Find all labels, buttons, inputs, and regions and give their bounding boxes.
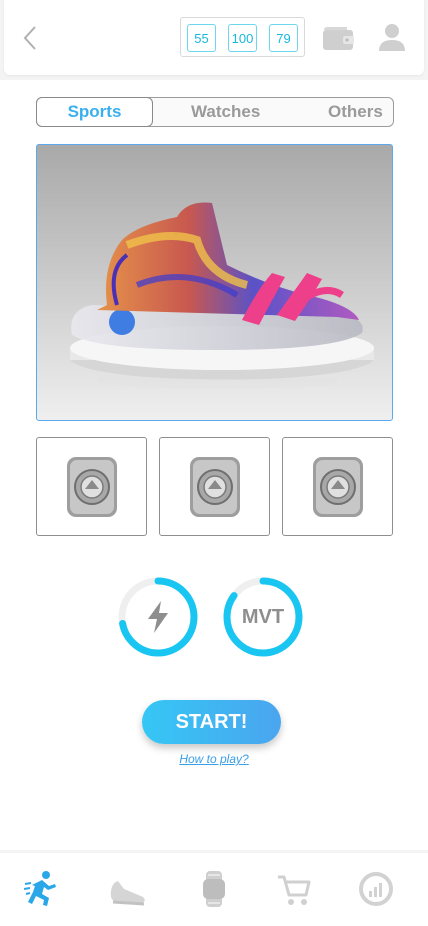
cart-icon[interactable] xyxy=(274,869,314,909)
top-bar: 55 100 79 xyxy=(4,0,424,75)
tab-watches[interactable]: Watches xyxy=(191,98,260,126)
gem-slot[interactable] xyxy=(282,437,393,536)
category-tabs: Sports Watches Others xyxy=(36,97,394,127)
bottom-nav xyxy=(0,853,428,926)
gem-badge-icon xyxy=(190,457,240,517)
sneaker-icon[interactable] xyxy=(108,869,148,909)
chevron-left-icon[interactable] xyxy=(18,22,42,54)
lightning-icon xyxy=(148,601,168,633)
gauge-label: MVT xyxy=(241,605,285,628)
gem-badge-icon xyxy=(313,457,363,517)
gem-slot[interactable] xyxy=(36,437,147,536)
wallet-icon[interactable] xyxy=(321,24,355,52)
gem-slot[interactable] xyxy=(159,437,270,536)
watch-icon[interactable] xyxy=(194,869,234,909)
main-panel: Sports Watches Others MVT START! How to … xyxy=(0,80,428,850)
stats-icon[interactable] xyxy=(356,869,396,909)
counter-value: 100 xyxy=(228,24,257,52)
resource-counters: 55 100 79 xyxy=(180,17,305,57)
tab-others[interactable]: Others xyxy=(328,98,383,126)
counter-value: 55 xyxy=(187,24,216,52)
counter-value: 79 xyxy=(269,24,298,52)
tab-sports[interactable]: Sports xyxy=(36,97,153,127)
sneaker-image[interactable] xyxy=(36,144,393,421)
energy-gauge xyxy=(117,576,199,658)
mvt-gauge: MVT xyxy=(222,576,304,658)
runner-icon[interactable] xyxy=(22,869,62,909)
start-button[interactable]: START! xyxy=(142,700,281,744)
how-to-play-link[interactable]: How to play? xyxy=(0,752,428,766)
gem-badge-icon xyxy=(67,457,117,517)
user-icon[interactable] xyxy=(378,22,406,52)
